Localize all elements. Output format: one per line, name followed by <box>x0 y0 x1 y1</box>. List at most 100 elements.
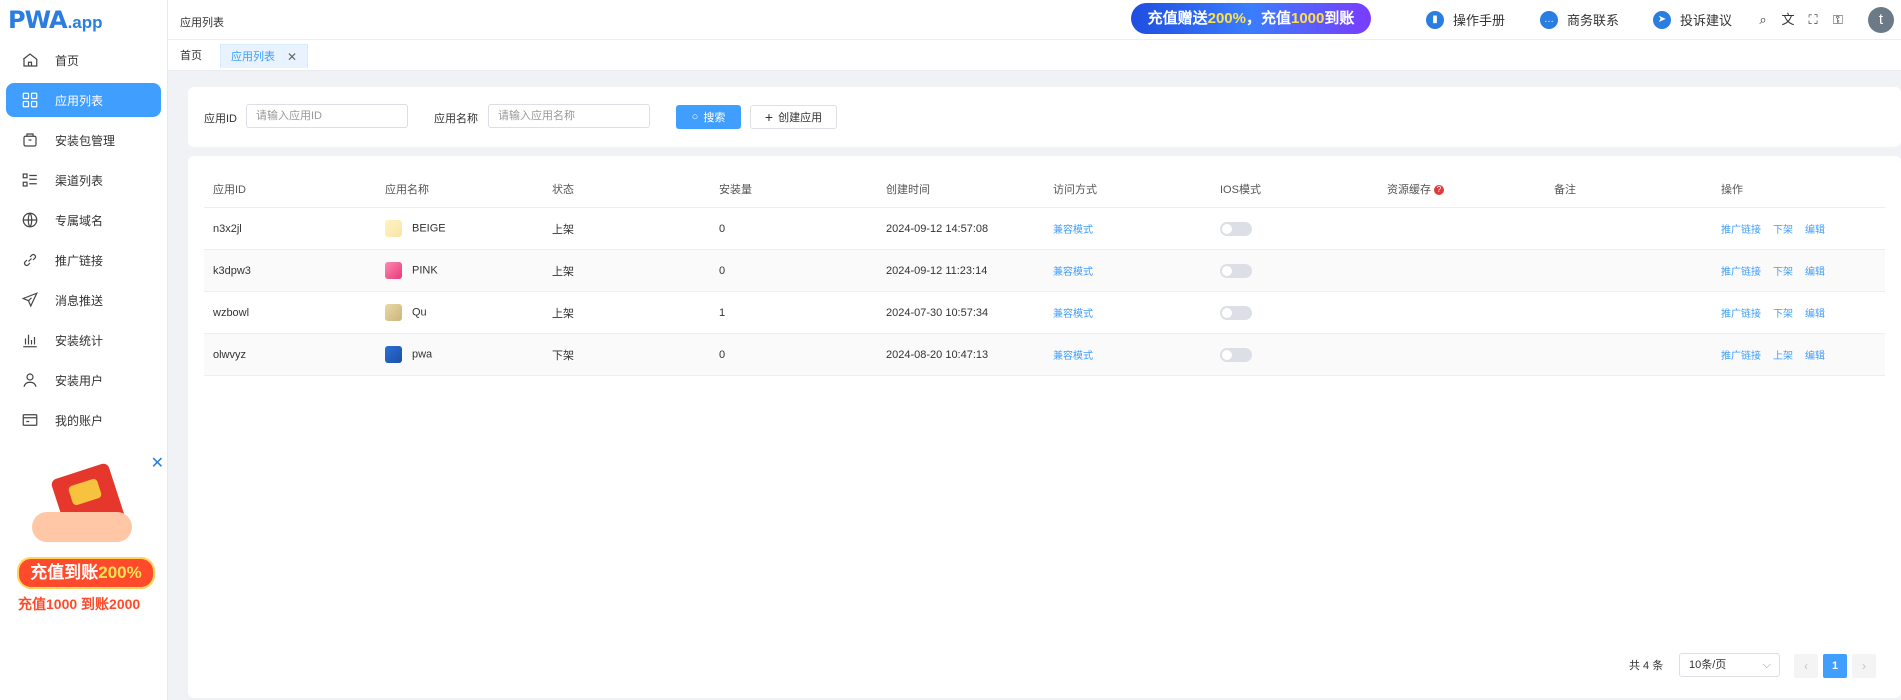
sidebar-item-account[interactable]: 我的账户 <box>6 403 161 437</box>
app-name-cell: pwa <box>376 333 543 376</box>
actions-cell: 推广链接 上架 编辑 <box>1712 333 1885 376</box>
search-icon: ○ <box>691 111 699 123</box>
column-header: 状态 <box>543 171 710 208</box>
app-name-label: 应用名称 <box>434 113 478 125</box>
sidebar-item-label: 安装统计 <box>55 333 104 348</box>
search-button[interactable]: ○ 搜索 <box>676 105 741 129</box>
tab-home[interactable]: 首页 <box>170 44 212 68</box>
toggle-shelf-action[interactable]: 下架 <box>1773 309 1793 320</box>
page-number-current[interactable]: 1 <box>1823 654 1847 678</box>
column-header-cache: 资源缓存? <box>1378 171 1545 208</box>
remark-cell <box>1545 291 1712 334</box>
app-icon <box>385 304 402 321</box>
toggle-shelf-action[interactable]: 上架 <box>1773 351 1793 362</box>
app-icon <box>385 220 402 237</box>
promo-link-action[interactable]: 推广链接 <box>1721 267 1761 278</box>
sidebar-item-app-list[interactable]: 应用列表 <box>6 83 161 117</box>
sidebar-item-channels[interactable]: 渠道列表 <box>6 163 161 197</box>
help-icon[interactable]: ? <box>1434 185 1444 196</box>
actions-cell: 推广链接 下架 编辑 <box>1712 207 1885 250</box>
app-name-cell: BEIGE <box>376 207 543 250</box>
hands-icon <box>32 512 132 542</box>
home-icon <box>20 50 40 70</box>
sidebar-item-home[interactable]: 首页 <box>6 43 161 77</box>
app-name: PINK <box>412 264 438 277</box>
package-icon <box>20 130 40 150</box>
globe-icon <box>20 210 40 230</box>
edit-action[interactable]: 编辑 <box>1805 309 1825 320</box>
app-id-cell: wzbowl <box>204 291 376 334</box>
promo-link-action[interactable]: 推广链接 <box>1721 351 1761 362</box>
pagination-total: 共 4 条 <box>1629 660 1664 672</box>
sidebar-item-users[interactable]: 安装用户 <box>6 363 161 397</box>
table-row: olwvyz pwa 下架 0 2024-08-20 10:47:13 兼容模式… <box>204 333 1885 376</box>
sidebar-item-promo-link[interactable]: 推广链接 <box>6 243 161 277</box>
breadcrumb: 应用列表 <box>180 17 224 29</box>
logo[interactable]: PWA .app <box>8 6 103 34</box>
edit-action[interactable]: 编辑 <box>1805 267 1825 278</box>
sidebar-item-label: 首页 <box>55 53 80 68</box>
avatar[interactable]: t <box>1868 7 1894 33</box>
chevron-down-icon: ⌵ <box>1762 659 1771 671</box>
access-mode-link[interactable]: 兼容模式 <box>1053 267 1093 278</box>
send-icon <box>20 290 40 310</box>
column-header: 安装量 <box>710 171 877 208</box>
app-id-input[interactable]: 请输入应用ID <box>246 104 408 128</box>
sidebar-item-label: 专属域名 <box>55 213 104 228</box>
create-app-button[interactable]: + 创建应用 <box>750 105 837 129</box>
column-header: 操作 <box>1712 171 1885 208</box>
cache-cell <box>1378 291 1545 334</box>
search-icon[interactable]: ⌕ <box>1755 12 1771 28</box>
recharge-banner[interactable]: 充值赠送200%，充值1000到账2000 <box>1131 3 1371 58</box>
access-mode-link[interactable]: 兼容模式 <box>1053 309 1093 320</box>
promo-link-action[interactable]: 推广链接 <box>1721 309 1761 320</box>
actions-cell: 推广链接 下架 编辑 <box>1712 291 1885 334</box>
app-table-card: 应用ID 应用名称 状态 安装量 创建时间 访问方式 IOS模式 资源缓存? 备… <box>188 156 1901 698</box>
plus-icon: + <box>764 109 774 125</box>
next-page-button[interactable]: › <box>1852 654 1876 678</box>
toggle-shelf-action[interactable]: 下架 <box>1773 267 1793 278</box>
contact-label: 商务联系 <box>1567 13 1620 28</box>
page-size-select[interactable]: 10条/页 ⌵ <box>1679 653 1780 677</box>
app-table: 应用ID 应用名称 状态 安装量 创建时间 访问方式 IOS模式 资源缓存? 备… <box>204 171 1885 376</box>
ios-mode-toggle[interactable] <box>1220 221 1252 236</box>
table-row: n3x2jl BEIGE 上架 0 2024-09-12 14:57:08 兼容… <box>204 207 1885 250</box>
sidebar-item-push[interactable]: 消息推送 <box>6 283 161 317</box>
sidebar-item-stats[interactable]: 安装统计 <box>6 323 161 357</box>
column-header: 应用名称 <box>376 171 543 208</box>
feedback-link[interactable]: ➤ 投诉建议 <box>1653 10 1732 29</box>
sidebar-item-label: 渠道列表 <box>55 173 104 188</box>
sidebar-item-domain[interactable]: 专属域名 <box>6 203 161 237</box>
close-icon[interactable]: ✕ <box>151 456 164 472</box>
access-cell: 兼容模式 <box>1044 333 1211 376</box>
fullscreen-icon[interactable]: ⛶ <box>1805 12 1821 28</box>
ios-mode-toggle[interactable] <box>1220 263 1252 278</box>
sidebar-menu: 首页 应用列表 安装包管理 渠道列表 专属域名 推广链接 消息推送 安装统计 安… <box>6 43 161 443</box>
edit-action[interactable]: 编辑 <box>1805 351 1825 362</box>
access-cell: 兼容模式 <box>1044 249 1211 292</box>
access-mode-link[interactable]: 兼容模式 <box>1053 225 1093 236</box>
edit-action[interactable]: 编辑 <box>1805 225 1825 236</box>
promo-link-action[interactable]: 推广链接 <box>1721 225 1761 236</box>
translate-icon[interactable]: 文 <box>1780 12 1796 28</box>
tab-app-list[interactable]: 应用列表 ✕ <box>220 44 308 68</box>
close-icon[interactable]: ✕ <box>287 45 297 69</box>
access-mode-link[interactable]: 兼容模式 <box>1053 351 1093 362</box>
manual-label: 操作手册 <box>1453 13 1506 28</box>
ios-mode-toggle[interactable] <box>1220 305 1252 320</box>
promo-card[interactable]: ✕ 充值到账200% 充值1000 到账2000 <box>14 452 164 617</box>
ios-mode-toggle[interactable] <box>1220 347 1252 362</box>
app-name-cell: Qu <box>376 291 543 334</box>
created-cell: 2024-09-12 14:57:08 <box>877 207 1044 250</box>
sidebar-item-package[interactable]: 安装包管理 <box>6 123 161 157</box>
bar-chart-icon <box>20 330 40 350</box>
toggle-shelf-action[interactable]: 下架 <box>1773 225 1793 236</box>
topbar: 应用列表 充值赠送200%，充值1000到账2000 ▮ 操作手册 … 商务联系 ➤… <box>168 0 1901 58</box>
app-icon <box>385 346 402 363</box>
app-name-input[interactable]: 请输入应用名称 <box>488 104 650 128</box>
contact-link[interactable]: … 商务联系 <box>1540 10 1619 29</box>
manual-link[interactable]: ▮ 操作手册 <box>1426 10 1505 29</box>
prev-page-button[interactable]: ‹ <box>1794 654 1818 678</box>
column-header: IOS模式 <box>1211 171 1378 208</box>
lock-icon[interactable]: ⚿ <box>1830 12 1846 28</box>
